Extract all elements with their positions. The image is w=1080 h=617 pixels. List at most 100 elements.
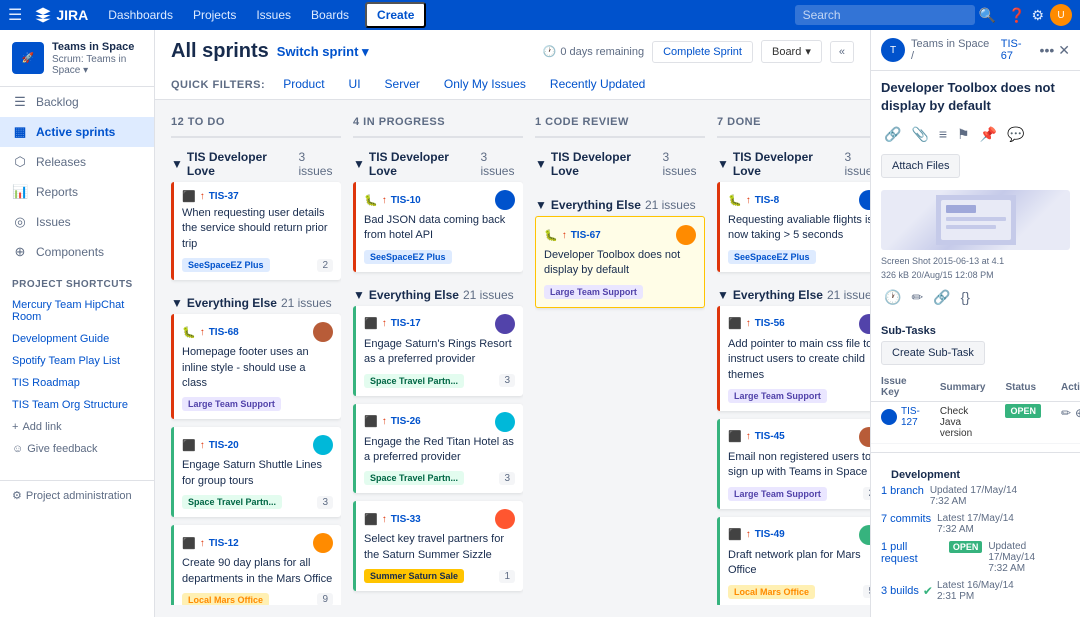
card-tis-49[interactable]: ⬛ ↑ TIS-49 Draft network plan for Mars O… (717, 517, 870, 605)
card-count: 1 (499, 570, 515, 583)
sidebar-team: 🚀 Teams in Space Scrum: Teams in Space ▾ (0, 30, 154, 87)
sidebar-item-backlog[interactable]: ☰ Backlog (0, 87, 154, 117)
card-label: SeeSpaceEZ Plus (182, 258, 270, 272)
shortcut-hipchat[interactable]: Mercury Team HipChat Room (0, 294, 154, 328)
edit-subtask-icon[interactable]: ✏ (1061, 406, 1071, 420)
shortcut-spotify[interactable]: Spotify Team Play List (0, 350, 154, 372)
filter-ui[interactable]: UI (339, 71, 371, 99)
card-tis-17[interactable]: ⬛ ↑ TIS-17 Engage Saturn's Rings Resort … (353, 306, 523, 396)
card-avatar (495, 509, 515, 529)
filter-recently-updated[interactable]: Recently Updated (540, 71, 655, 99)
feedback-icon: ☺ (12, 443, 23, 455)
issues-menu[interactable]: Issues (248, 4, 299, 26)
detail-issue-link[interactable]: TIS-67 (1001, 38, 1034, 62)
card-tis-26[interactable]: ⬛ ↑ TIS-26 Engage the Red Titan Hotel as… (353, 404, 523, 494)
sidebar-item-active-sprints[interactable]: ▦ Active sprints (0, 117, 154, 147)
switch-sprint-button[interactable]: Switch sprint ▾ (277, 44, 369, 60)
builds-link[interactable]: 3 builds (881, 585, 919, 597)
card-tis-45[interactable]: ⬛ ↑ TIS-45 Email non registered users to… (717, 419, 870, 509)
user-avatar[interactable]: U (1050, 4, 1072, 26)
comment-icon[interactable]: 💬 (1004, 123, 1027, 146)
complete-sprint-button[interactable]: Complete Sprint (652, 41, 753, 63)
project-admin-button[interactable]: ⚙ Project administration (0, 480, 154, 510)
pull-request-link[interactable]: 1 pull request (881, 541, 943, 565)
shortcut-devguide[interactable]: Development Guide (0, 328, 154, 350)
branch-link[interactable]: 1 branch (881, 485, 924, 497)
card-footer: SeeSpaceEZ Plus 2 (182, 258, 333, 272)
workflow-icon[interactable]: ≡ (936, 123, 950, 146)
sprint-group-header[interactable]: ▼ TIS Developer Love 3 issues (171, 146, 341, 182)
header-top: All sprints Switch sprint ▾ 🕐 0 days rem… (171, 40, 854, 63)
add-link-button[interactable]: + Add link (0, 416, 154, 438)
story-icon: ⬛ (728, 430, 742, 443)
link2-icon[interactable]: 🔗 (930, 286, 953, 309)
pin-icon[interactable]: 📌 (977, 123, 1000, 146)
story-icon: ⬛ (182, 537, 196, 550)
close-icon[interactable]: ✕ (1058, 42, 1070, 59)
link-icon[interactable]: 🔗 (881, 123, 904, 146)
card-tis-68[interactable]: 🐛 ↑ TIS-68 Homepage footer uses an inlin… (171, 314, 341, 419)
create-subtask-button[interactable]: Create Sub-Task (881, 341, 985, 365)
settings-icon[interactable]: ⚙ (1031, 7, 1044, 24)
branch-meta: Updated 17/May/147:32 AM (930, 485, 1017, 507)
priority-icon: ↑ (562, 230, 567, 241)
hamburger-icon[interactable]: ☰ (8, 5, 22, 25)
delete-subtask-icon[interactable]: ⊕ (1075, 406, 1080, 420)
filter-product[interactable]: Product (273, 71, 334, 99)
card-label: SeeSpaceEZ Plus (728, 250, 816, 264)
card-tis-33[interactable]: ⬛ ↑ TIS-33 Select key travel partners fo… (353, 501, 523, 591)
sprint-group-header[interactable]: ▼ TIS Developer Love 3 issues (353, 146, 523, 182)
card-tis-12[interactable]: ⬛ ↑ TIS-12 Create 90 day plans for all d… (171, 525, 341, 605)
sidebar-item-releases[interactable]: ⬡ Releases (0, 147, 154, 177)
sidebar-item-components[interactable]: ⊕ Components (0, 237, 154, 267)
search-icon[interactable]: 🔍 (979, 7, 996, 24)
flag-icon[interactable]: ⚑ (954, 123, 973, 146)
give-feedback-button[interactable]: ☺ Give feedback (0, 438, 154, 460)
detail-action-icons: 🕐 ✏ 🔗 {} (871, 282, 1080, 317)
sprint-group-header[interactable]: ▼ Everything Else 21 issues (717, 284, 870, 306)
add-icon: + (12, 421, 18, 433)
filter-server[interactable]: Server (375, 71, 430, 99)
subtask-key-link[interactable]: TIS-127 (901, 406, 920, 428)
more-options-icon[interactable]: ••• (1040, 42, 1055, 59)
projects-menu[interactable]: Projects (185, 4, 244, 26)
shortcut-org[interactable]: TIS Team Org Structure (0, 394, 154, 416)
card-tis-10[interactable]: 🐛 ↑ TIS-10 Bad JSON data coming back fro… (353, 182, 523, 272)
board-button[interactable]: Board ▾ (761, 40, 822, 63)
sprint-group-header[interactable]: ▼ TIS Developer Love 3 issues (717, 146, 870, 182)
sprint-group-header[interactable]: ▼ Everything Else 21 issues (353, 284, 523, 306)
history-icon[interactable]: 🕐 (881, 286, 904, 309)
filter-only-my-issues[interactable]: Only My Issues (434, 71, 536, 99)
attach-files-button[interactable]: Attach Files (881, 154, 960, 178)
sidebar-item-reports[interactable]: 📊 Reports (0, 177, 154, 207)
col-issue-key: Issue Key (871, 373, 930, 402)
sprint-group-header[interactable]: ▼ TIS Developer Love 3 issues (535, 146, 705, 182)
dev-branch: 1 branch Updated 17/May/147:32 AM (881, 485, 1070, 507)
help-icon[interactable]: ❓ (1008, 7, 1025, 24)
development-label: Development (881, 461, 1070, 485)
top-navigation: ☰ JIRA Dashboards Projects Issues Boards… (0, 0, 1080, 30)
sprint-group-header[interactable]: ▼ Everything Else 21 issues (535, 194, 705, 216)
detail-header-actions: ••• ✕ (1040, 42, 1070, 59)
priority-icon: ↑ (382, 514, 387, 525)
edit-icon[interactable]: ✏ (908, 286, 926, 309)
card-tis-37[interactable]: ⬛ ↑ TIS-37 When requesting user details … (171, 182, 341, 280)
code-icon[interactable]: {} (958, 286, 973, 309)
card-tis-67[interactable]: 🐛 ↑ TIS-67 Developer Toolbox does not di… (535, 216, 705, 308)
create-button[interactable]: Create (365, 2, 426, 28)
card-tis-20[interactable]: ⬛ ↑ TIS-20 Engage Saturn Shuttle Lines f… (171, 427, 341, 517)
card-count: 2 (863, 487, 870, 500)
col-actions: Actions (1051, 373, 1080, 402)
boards-menu[interactable]: Boards (303, 4, 357, 26)
collapse-button[interactable]: « (830, 41, 854, 63)
dashboards-menu[interactable]: Dashboards (100, 4, 181, 26)
sidebar-item-issues[interactable]: ◎ Issues (0, 207, 154, 237)
card-count: 3 (317, 496, 333, 509)
card-tis-8[interactable]: 🐛 ↑ TIS-8 Requesting avaliable flights i… (717, 182, 870, 272)
search-input[interactable] (795, 5, 975, 25)
commits-link[interactable]: 7 commits (881, 513, 931, 525)
shortcut-roadmap[interactable]: TIS Roadmap (0, 372, 154, 394)
sprint-group-everything-else-header[interactable]: ▼ Everything Else 21 issues (171, 292, 341, 314)
attach-icon[interactable]: 📎 (908, 123, 931, 146)
card-tis-56[interactable]: ⬛ ↑ TIS-56 Add pointer to main css file … (717, 306, 870, 411)
